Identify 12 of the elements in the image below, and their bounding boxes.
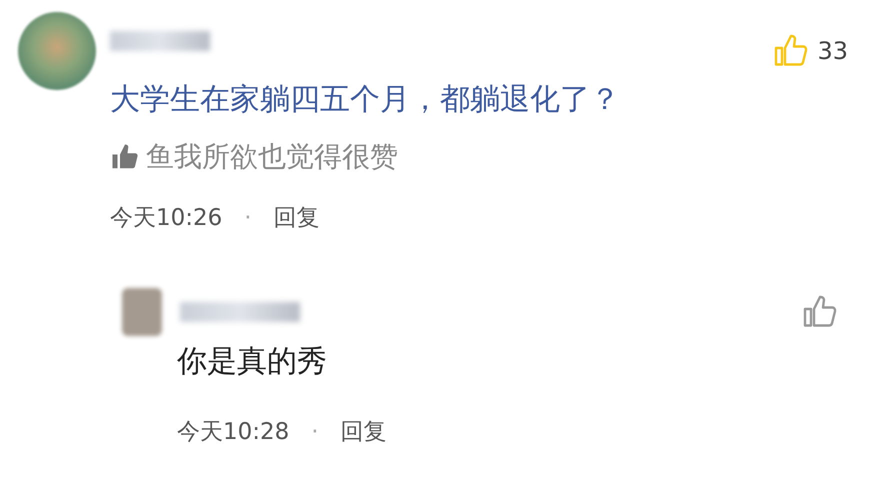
comment-text: 你是真的秀: [177, 343, 328, 381]
liked-by-text: 鱼我所欲也觉得很赞: [146, 139, 398, 175]
avatar[interactable]: [18, 12, 96, 90]
reply-link[interactable]: 回复: [274, 202, 320, 233]
like-count: 33: [817, 37, 848, 65]
separator-dot: ·: [244, 204, 252, 230]
timestamp: 今天10:28: [177, 418, 290, 447]
separator-dot: ·: [311, 418, 319, 444]
timestamp: 今天10:26: [110, 204, 222, 233]
avatar[interactable]: [122, 288, 162, 336]
comment-text: 大学生在家躺四五个月，都躺退化了？: [110, 81, 621, 119]
reply-link[interactable]: 回复: [340, 416, 387, 447]
